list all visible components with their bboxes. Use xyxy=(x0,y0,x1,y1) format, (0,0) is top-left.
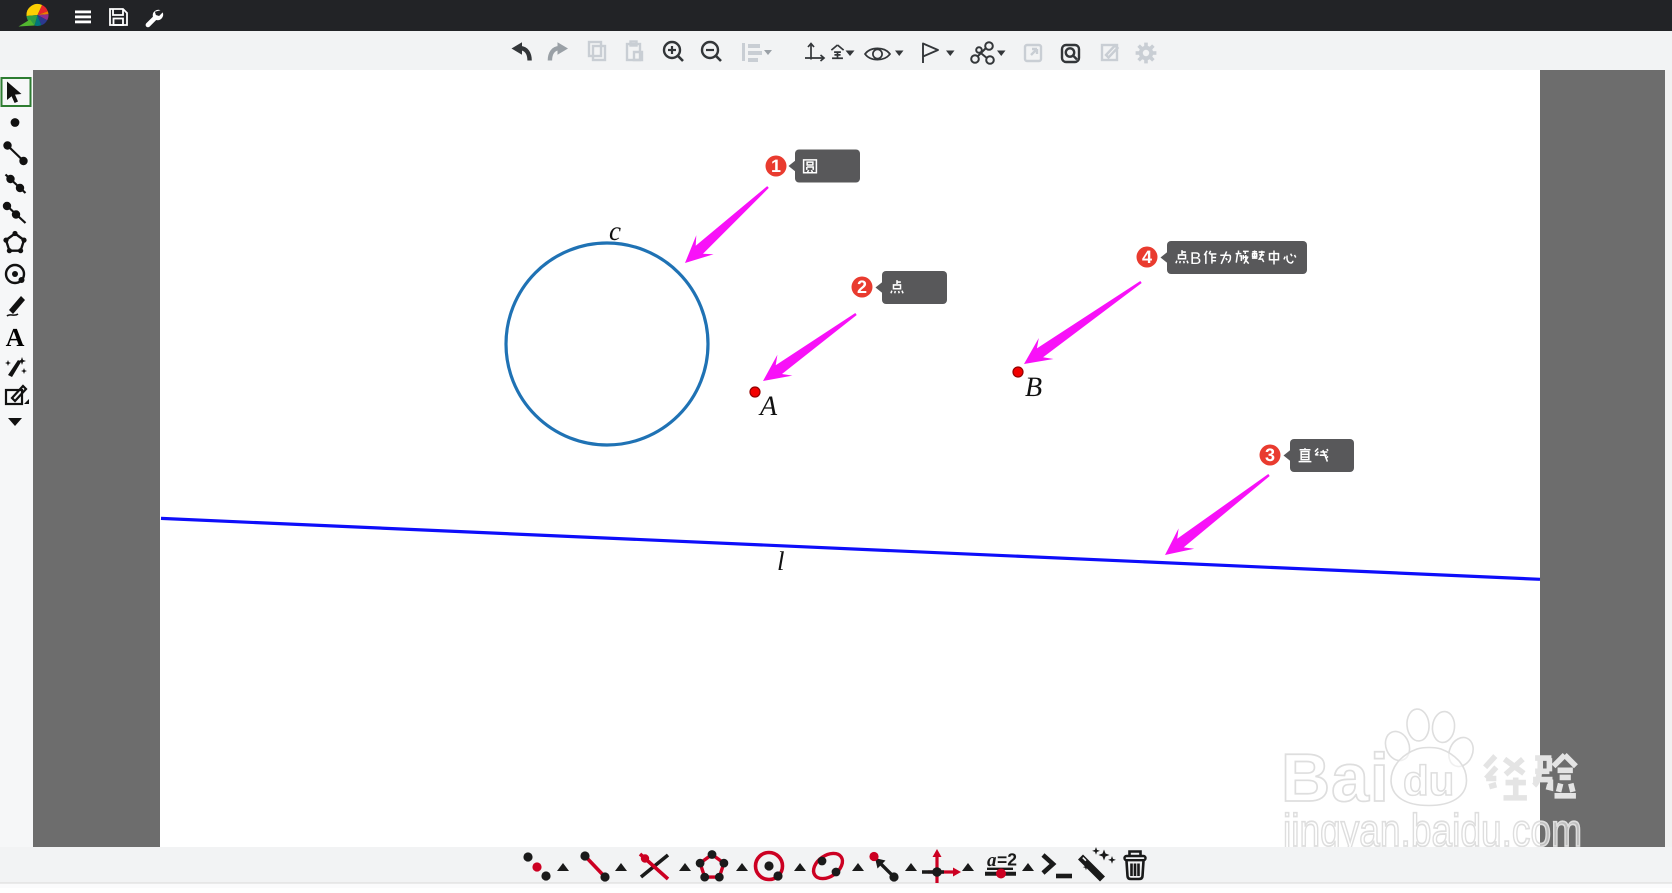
svg-text:=2: =2 xyxy=(997,850,1017,870)
svg-text:A: A xyxy=(758,391,778,422)
svg-text:c: c xyxy=(609,216,621,246)
svg-text:B: B xyxy=(1025,372,1042,403)
svg-text:A: A xyxy=(6,323,25,352)
svg-text:B: B xyxy=(1190,249,1201,268)
svg-text:l: l xyxy=(777,546,785,576)
svg-text:1: 1 xyxy=(771,156,781,176)
svg-text:4: 4 xyxy=(1142,247,1152,267)
svg-text:2: 2 xyxy=(857,277,867,297)
svg-text:3: 3 xyxy=(1265,445,1275,465)
svg-text:du: du xyxy=(1403,757,1454,804)
